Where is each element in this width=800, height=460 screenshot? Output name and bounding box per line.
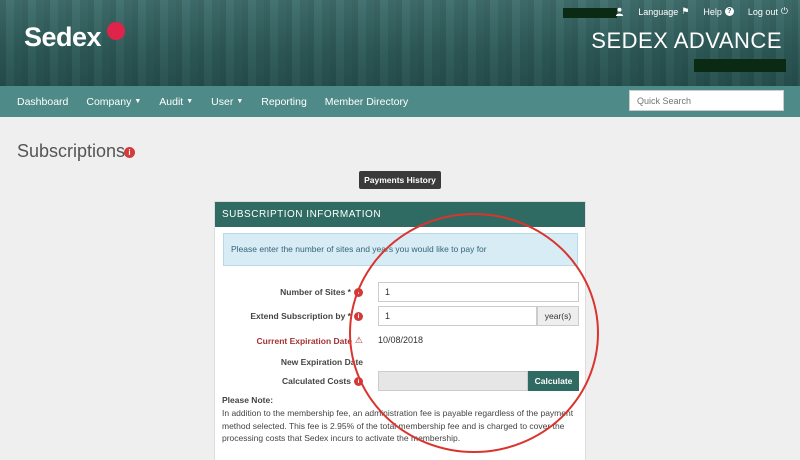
warning-icon: ⚠ xyxy=(354,335,363,345)
number-of-sites-input[interactable] xyxy=(378,282,579,302)
top-links: Language ⚑ Help ? Log out ⏻ xyxy=(615,6,788,17)
years-unit-addon: year(s) xyxy=(537,306,579,326)
info-icon[interactable]: i xyxy=(354,376,363,386)
number-of-sites-row: Number of Sites * i xyxy=(215,282,587,302)
chevron-down-icon: ▼ xyxy=(186,98,194,105)
redacted-username xyxy=(563,8,617,18)
calculated-costs-label-text: Calculated Costs xyxy=(282,376,351,386)
calculated-costs-field xyxy=(378,371,528,391)
panel-title: SUBSCRIPTION INFORMATION xyxy=(215,202,585,227)
chevron-down-icon: ▼ xyxy=(236,98,244,105)
current-expiration-row: Current Expiration Date ⚠ 10/08/2018 xyxy=(215,330,587,350)
nav-member-directory[interactable]: Member Directory xyxy=(316,96,417,108)
note-title: Please Note: xyxy=(222,395,274,405)
extend-subscription-row: Extend Subscription by * i year(s) xyxy=(215,306,587,326)
info-icon[interactable]: i xyxy=(124,147,135,158)
site-header: Sedex Language ⚑ Help ? Log out ⏻ SEDEX … xyxy=(0,0,800,86)
help-icon: ? xyxy=(724,7,734,16)
logo-dot-icon xyxy=(107,22,125,40)
current-expiration-value: 10/08/2018 xyxy=(378,335,424,345)
current-expiration-label: Current Expiration Date ⚠ xyxy=(257,335,363,346)
new-expiration-label: New Expiration Date xyxy=(281,357,363,367)
user-icon[interactable] xyxy=(615,7,624,16)
calculated-costs-label: Calculated Costs i xyxy=(282,376,363,386)
nav-dashboard-label: Dashboard xyxy=(17,95,69,108)
redacted-company xyxy=(694,59,786,72)
help-label: Help xyxy=(703,6,722,17)
logout-label: Log out xyxy=(747,6,778,17)
calculate-button[interactable]: Calculate xyxy=(528,371,579,391)
subscription-panel: SUBSCRIPTION INFORMATION Please enter th… xyxy=(214,201,586,460)
nav-user[interactable]: User ▼ xyxy=(202,96,252,108)
flag-icon: ⚑ xyxy=(681,6,690,16)
number-of-sites-label: Number of Sites * i xyxy=(280,287,363,297)
chevron-down-icon: ▼ xyxy=(134,98,142,105)
new-expiration-row: New Expiration Date xyxy=(215,352,587,372)
extend-subscription-input[interactable] xyxy=(378,306,537,326)
nav-member-directory-label: Member Directory xyxy=(324,95,409,108)
info-icon[interactable]: i xyxy=(354,287,363,297)
nav-reporting[interactable]: Reporting xyxy=(252,96,316,108)
nav-company-label: Company xyxy=(86,95,132,108)
nav-audit-label: Audit xyxy=(159,95,184,108)
number-of-sites-label-text: Number of Sites * xyxy=(280,287,351,297)
nav-reporting-label: Reporting xyxy=(261,95,307,108)
page-title: Subscriptions i xyxy=(17,141,135,162)
extend-subscription-label: Extend Subscription by * i xyxy=(250,311,363,321)
language-label: Language xyxy=(638,6,679,17)
logout-icon: ⏻ xyxy=(780,6,788,16)
nav-audit[interactable]: Audit ▼ xyxy=(150,96,202,108)
quick-search-input[interactable] xyxy=(629,90,784,111)
sedex-logo[interactable]: Sedex xyxy=(24,22,102,53)
language-link[interactable]: Language ⚑ xyxy=(638,6,689,17)
brand-title: SEDEX ADVANCE xyxy=(591,28,782,53)
calculated-costs-row: Calculated Costs i Calculate xyxy=(215,371,587,391)
help-link[interactable]: Help ? xyxy=(703,7,734,17)
extend-subscription-label-text: Extend Subscription by * xyxy=(250,311,351,321)
new-expiration-label-text: New Expiration Date xyxy=(280,357,363,367)
nav-dashboard[interactable]: Dashboard xyxy=(0,96,77,108)
nav-company[interactable]: Company ▼ xyxy=(77,96,150,108)
current-expiration-label-text: Current Expiration Date xyxy=(256,335,352,346)
page-title-text: Subscriptions xyxy=(17,141,126,161)
main-nav: Dashboard Company ▼ Audit ▼ User ▼ Reportin… xyxy=(0,86,800,117)
logout-link[interactable]: Log out ⏻ xyxy=(748,6,788,17)
info-icon[interactable]: i xyxy=(354,311,363,321)
note-text: In addition to the membership fee, an ad… xyxy=(222,408,574,443)
info-notice: Please enter the number of sites and yea… xyxy=(223,233,578,266)
nav-user-label: User xyxy=(211,95,234,108)
payments-history-button[interactable]: Payments History xyxy=(359,171,441,189)
